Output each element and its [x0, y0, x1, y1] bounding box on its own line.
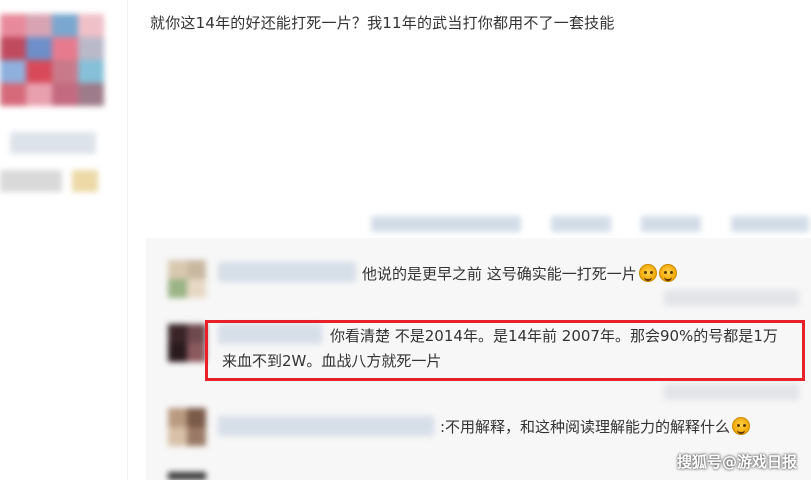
angry-face-icon	[638, 264, 657, 282]
reply-meta	[664, 384, 799, 400]
poster-meta	[0, 170, 62, 192]
reply-avatar-partial[interactable]	[168, 472, 206, 480]
reply-avatar[interactable]	[168, 408, 206, 446]
highlight-rectangle	[205, 320, 805, 381]
poster-badge	[72, 170, 98, 192]
comment-action-row[interactable]	[371, 212, 811, 238]
poster-column	[0, 0, 128, 480]
smile-face-icon	[732, 417, 751, 435]
watermark: 搜狐号@游戏日报	[676, 453, 797, 471]
reply-username[interactable]	[218, 416, 434, 436]
reply-meta	[664, 290, 799, 306]
reply-username[interactable]	[218, 262, 356, 282]
reply-text-content: 他说的是更早之前 这号确实能一打死一片	[362, 265, 637, 283]
reply-avatar[interactable]	[168, 260, 206, 298]
reply-text: :不用解释，和这种阅读理解能力的解释什么	[440, 416, 751, 437]
poster-username[interactable]	[10, 132, 96, 154]
angry-face-icon	[658, 264, 677, 282]
reply-text: 他说的是更早之前 这号确实能一打死一片	[362, 263, 677, 284]
main-comment-text: 就你这14年的好还能打死一片？我11年的武当打你都用不了一套技能	[150, 14, 615, 32]
reply-text-content: :不用解释，和这种阅读理解能力的解释什么	[440, 418, 731, 436]
reply-avatar[interactable]	[168, 324, 206, 362]
poster-avatar[interactable]	[0, 14, 104, 106]
